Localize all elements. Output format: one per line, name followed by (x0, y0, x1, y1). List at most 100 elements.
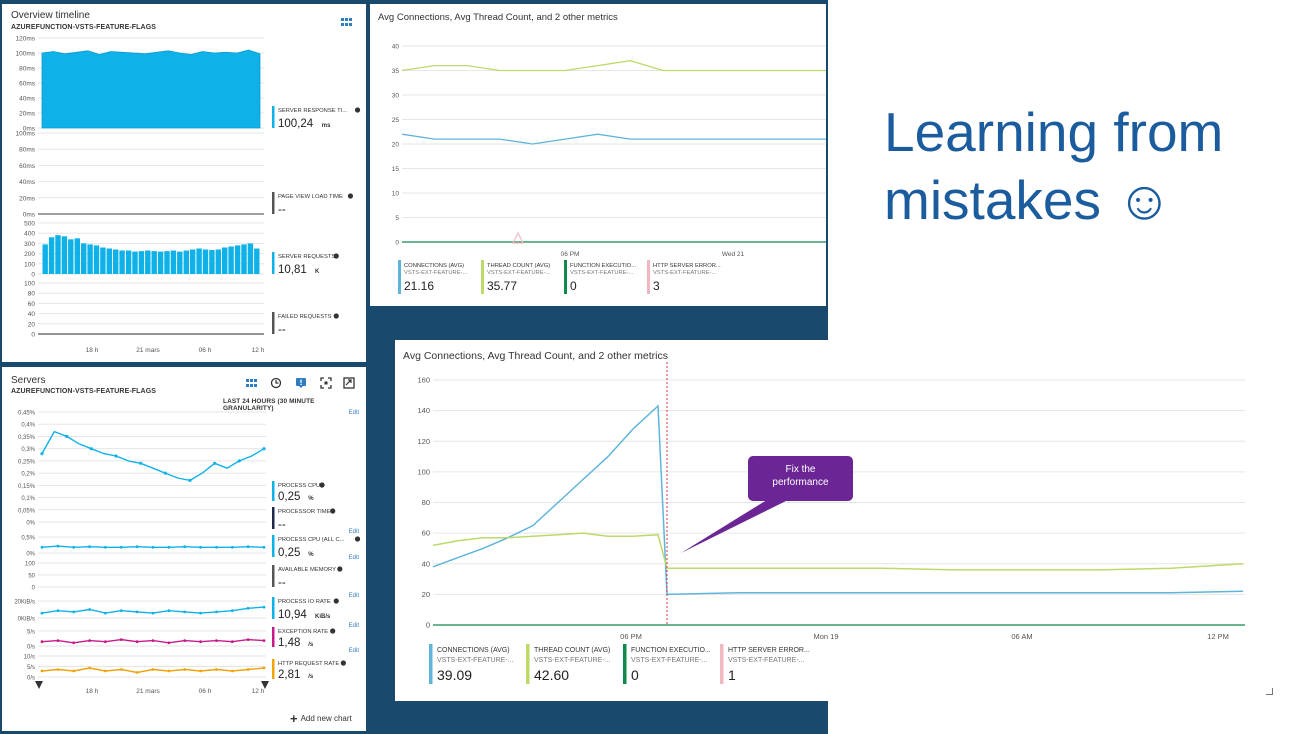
overview-chart-1-tick-label: 80ms (19, 66, 36, 73)
servers-http-point (40, 669, 44, 673)
servers-memory-chart-tick-label: 50 (28, 574, 35, 580)
server-requests-bar (81, 243, 87, 274)
edit-link: Edit (349, 410, 360, 416)
servers-metric-7-color-bar (272, 659, 275, 679)
servers-exception-chart-tick-label: 5/s (27, 630, 35, 636)
servers-metric-2-color-bar (272, 507, 275, 529)
servers-exception-point (246, 638, 250, 641)
bottom-metrics-x-tick-label: 12 PM (1207, 632, 1229, 641)
overview-metric-1-unit: ms (322, 123, 331, 129)
top-metrics-tick-label: 30 (392, 93, 400, 100)
cpu-chart-tick-label: 0,35% (18, 435, 36, 441)
overview-chart-3-tick-label: 300 (24, 241, 35, 248)
process-cpu-point (139, 461, 143, 465)
servers-metric-4-color-bar (272, 565, 275, 587)
overview-chart-3-tick-label: 500 (24, 221, 35, 228)
servers-cpu_all-chart-tick-label: 0,5% (21, 536, 35, 542)
server-requests-bar (164, 251, 170, 274)
servers-exception-point (183, 639, 187, 642)
servers-exception-point (104, 640, 107, 644)
servers-io-point (183, 610, 187, 614)
top-metrics-tick-label: 35 (392, 68, 400, 75)
servers-io-point (119, 609, 123, 613)
servers-io-point (72, 610, 76, 614)
servers-metric-5-unit: KiB/s (315, 614, 331, 620)
servers-io-point (56, 609, 60, 613)
servers-exception-point (167, 641, 171, 645)
server-requests-bar (68, 239, 74, 274)
cpu-chart-tick-label: 0,1% (21, 496, 35, 502)
info-icon (340, 660, 346, 666)
cpu-chart-tick-label: 0,45% (18, 411, 36, 417)
server-requests-bar (145, 250, 151, 274)
overview-metric-3-color-bar (272, 252, 275, 274)
overview-metric-2-value: -- (278, 204, 286, 216)
metrics-panel-top: Avg Connections, Avg Thread Count, and 2… (370, 4, 826, 306)
cpu-chart-tick-label: 0,05% (18, 508, 36, 514)
servers-http-point (167, 669, 171, 673)
server-requests-bar (190, 249, 196, 274)
overview-chart-3-tick-label: 400 (24, 231, 35, 238)
servers-exception-point (56, 639, 60, 642)
overview-metric-3-value: 10,81 (278, 264, 307, 276)
top-metrics-tick-label: 15 (392, 166, 400, 173)
server-requests-bar (215, 249, 221, 274)
overview-chart-2-tick-label: 20ms (19, 195, 36, 202)
overview-metric-2-label: PAGE VIEW LOAD TIME (278, 194, 343, 200)
servers-metric-5-color-bar (272, 597, 275, 619)
servers-io-point (215, 610, 218, 614)
bottom-legend-label: HTTP SERVER ERROR... (728, 647, 810, 654)
servers-metric-3-unit: % (308, 552, 314, 558)
top-metrics-tick-label: 40 (392, 44, 400, 51)
servers-metric-1-unit: % (308, 496, 314, 502)
servers-metric-3-color-bar (272, 535, 275, 557)
servers-cpu_all-point (246, 545, 250, 549)
edit-link: Edit (349, 648, 360, 654)
overview-chart-4-tick-label: 20 (28, 321, 36, 328)
server-requests-bar (93, 245, 100, 274)
servers-metric-7-label: HTTP REQUEST RATE (278, 661, 339, 667)
bottom-metrics-tick-label: 0 (426, 621, 430, 630)
servers-metric-6-color-bar (272, 627, 275, 647)
server-requests-bar (106, 248, 112, 274)
bottom-legend-value: 1 (728, 667, 736, 683)
response-time-area (41, 49, 261, 129)
bottom-metrics-tick-label: 120 (417, 437, 430, 446)
servers-http-point (199, 669, 203, 673)
range-handle-left-icon (35, 681, 43, 689)
bottom-metrics-tick-label: 160 (417, 376, 430, 385)
overview-metric-1-label: SERVER RESPONSE TI... (278, 108, 347, 114)
info-icon (330, 508, 336, 514)
servers-exception-point (199, 640, 203, 644)
servers-x-tick-label: 06 h (199, 688, 212, 695)
overview-metric-1-color-bar (272, 106, 275, 128)
servers-http-point (56, 668, 60, 671)
overview-metric-4-label: FAILED REQUESTS (278, 314, 332, 320)
servers-http-point (262, 666, 266, 670)
top-legend-sublabel: VSTS-EXT-FEATURE-... (404, 270, 468, 276)
bottom-legend-value: 42.60 (534, 667, 569, 683)
cpu-chart-tick-label: 0,3% (21, 447, 35, 453)
bottom-metrics-tick-label: 60 (422, 529, 430, 538)
overview-chart-2-tick-label: 100ms (15, 131, 35, 138)
servers-http-point (88, 666, 91, 670)
servers-metric-7-value: 2,81 (278, 669, 300, 681)
servers-x-tick-label: 12 h (252, 688, 265, 695)
add-new-chart-button[interactable]: + Add new chart (290, 712, 352, 725)
plus-icon: + (290, 711, 298, 726)
callout-pointer (681, 498, 792, 553)
top-legend-sublabel: VSTS-EXT-FEATURE-... (653, 270, 717, 276)
bottom-legend-sublabel: VSTS-EXT-FEATURE-... (437, 657, 514, 664)
cpu-chart-tick-label: 0,4% (21, 423, 35, 429)
server-requests-bar (234, 245, 241, 274)
servers-x-tick-label: 18 h (86, 688, 99, 695)
info-icon (337, 566, 343, 572)
top-metrics-tick-label: 25 (392, 117, 400, 124)
server-requests-bar (55, 235, 61, 274)
servers-cpu_all-point (167, 545, 171, 549)
resize-handle-icon[interactable] (1266, 688, 1273, 695)
info-icon (330, 628, 336, 634)
servers-io-chart-tick-label: 0KiB/s (18, 617, 35, 623)
callout-line2: performance (772, 477, 829, 488)
edit-link: Edit (349, 555, 360, 561)
